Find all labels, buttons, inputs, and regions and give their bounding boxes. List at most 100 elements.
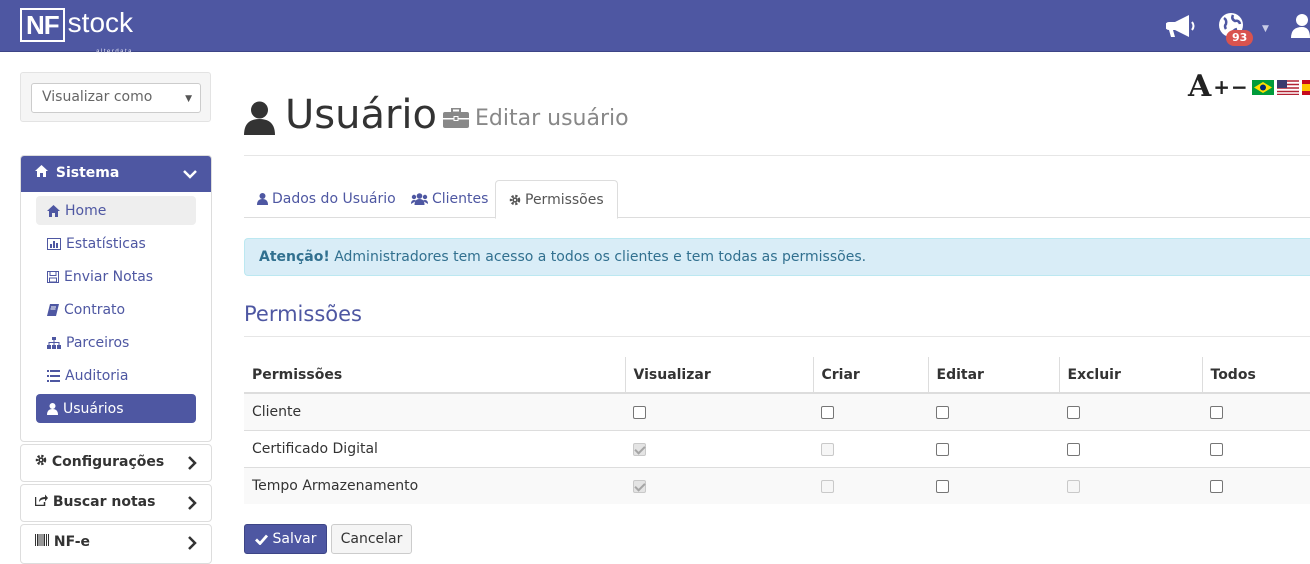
permission-cell bbox=[625, 466, 813, 504]
font-size-controls[interactable]: +− bbox=[1213, 75, 1249, 99]
tab-permissoes[interactable]: Permissões bbox=[495, 180, 618, 219]
nfstock-logo[interactable]: NF stock alterdata bbox=[20, 8, 133, 56]
permission-cell bbox=[1059, 392, 1202, 430]
permissions-heading: Permissões bbox=[244, 302, 362, 326]
permission-cell bbox=[1059, 466, 1202, 504]
notifications-button[interactable]: 93 ▼ bbox=[1216, 10, 1269, 46]
permissions-table: Permissões Visualizar Criar Editar Exclu… bbox=[244, 357, 1310, 504]
user-icon bbox=[244, 101, 275, 135]
permission-cell bbox=[625, 429, 813, 467]
permission-checkbox[interactable] bbox=[1210, 443, 1223, 456]
chevron-down-icon: ▼ bbox=[1262, 24, 1269, 34]
sidebar-item-auditoria[interactable]: Auditoria bbox=[36, 361, 196, 390]
font-size-label: A bbox=[1188, 69, 1212, 104]
page-title: Usuário bbox=[285, 92, 438, 138]
permission-checkbox[interactable] bbox=[1210, 406, 1223, 420]
permission-name: Tempo Armazenamento bbox=[244, 466, 625, 504]
view-as-select[interactable]: Visualizar como ▼ bbox=[31, 83, 201, 113]
cancel-button[interactable]: Cancelar bbox=[331, 524, 412, 554]
top-navbar: NF stock alterdata 93 ▼ bbox=[0, 0, 1310, 56]
home-icon bbox=[47, 204, 60, 217]
nfe-menu-panel[interactable]: NF-e bbox=[20, 524, 212, 564]
column-header: Editar bbox=[927, 357, 1059, 394]
chevron-right-icon bbox=[188, 456, 197, 470]
column-header: Permissões bbox=[244, 357, 625, 394]
column-header: Todos bbox=[1201, 357, 1310, 394]
bar-chart-icon bbox=[47, 237, 61, 250]
permission-cell bbox=[1202, 429, 1310, 467]
column-header: Visualizar bbox=[624, 357, 813, 394]
admin-info-alert: Atenção! Administradores tem acesso a to… bbox=[244, 238, 1310, 276]
permission-cell bbox=[813, 429, 928, 467]
table-row: Certificado Digital bbox=[244, 429, 1310, 467]
save-button[interactable]: Salvar bbox=[244, 524, 327, 554]
sidebar-item-contrato[interactable]: Contrato bbox=[36, 295, 196, 324]
sidebar-item-parceiros[interactable]: Parceiros bbox=[36, 328, 196, 357]
brazil-flag-icon[interactable] bbox=[1251, 79, 1274, 95]
page-subtitle: Editar usuário bbox=[443, 106, 629, 131]
user-icon bbox=[257, 193, 268, 205]
spain-flag-icon[interactable] bbox=[1301, 79, 1310, 95]
logo-text: stock alterdata bbox=[68, 8, 133, 56]
save-icon bbox=[47, 270, 59, 283]
nfe-menu-header[interactable]: NF-e bbox=[21, 525, 211, 561]
dropdown-arrow-icon: ▼ bbox=[185, 94, 192, 104]
permission-checkbox bbox=[821, 443, 834, 456]
notification-count-badge: 93 bbox=[1226, 30, 1254, 46]
permission-checkbox[interactable] bbox=[633, 406, 646, 420]
usa-flag-icon[interactable] bbox=[1276, 79, 1299, 95]
check-icon bbox=[254, 534, 268, 545]
list-icon bbox=[47, 369, 60, 382]
page-header: Usuário Editar usuário bbox=[244, 92, 629, 138]
sitemap-icon bbox=[47, 336, 61, 349]
logo-subtext: alterdata bbox=[96, 49, 134, 55]
configuracoes-menu-panel[interactable]: Configurações bbox=[20, 444, 212, 482]
permission-checkbox[interactable] bbox=[936, 406, 949, 420]
accessibility-language-bar: A +− bbox=[1188, 72, 1310, 102]
barcode-icon bbox=[35, 534, 49, 546]
permission-cell bbox=[813, 392, 928, 430]
permission-checkbox[interactable] bbox=[1067, 443, 1080, 456]
megaphone-icon[interactable] bbox=[1166, 12, 1198, 40]
table-row: Cliente bbox=[244, 392, 1310, 430]
briefcase-icon bbox=[443, 108, 470, 128]
permission-cell bbox=[928, 392, 1059, 430]
sidebar-item-enviar-notas[interactable]: Enviar Notas bbox=[36, 262, 196, 291]
table-row: Tempo Armazenamento bbox=[244, 466, 1310, 504]
permission-cell bbox=[813, 466, 928, 504]
permission-cell bbox=[1202, 466, 1310, 504]
permission-checkbox[interactable] bbox=[936, 443, 949, 456]
chevron-down-icon bbox=[183, 170, 197, 179]
user-account-icon[interactable] bbox=[1288, 12, 1310, 40]
permission-checkbox bbox=[633, 480, 646, 494]
user-tabs: Dados do Usuário Clientes Permissões bbox=[244, 180, 1310, 219]
sidebar-item-usuarios[interactable]: Usuários bbox=[36, 394, 196, 423]
alert-text: Administradores tem acesso a todos os cl… bbox=[329, 249, 867, 265]
buscar-notas-menu-header[interactable]: Buscar notas bbox=[21, 485, 211, 521]
gear-icon bbox=[509, 194, 521, 205]
section-divider bbox=[244, 336, 1310, 337]
permission-checkbox bbox=[1067, 480, 1080, 494]
permission-checkbox[interactable] bbox=[821, 406, 834, 420]
book-icon bbox=[47, 303, 59, 316]
chevron-right-icon bbox=[188, 496, 197, 510]
permission-checkbox bbox=[821, 480, 834, 494]
permission-checkbox[interactable] bbox=[1067, 406, 1080, 420]
permission-cell bbox=[928, 429, 1059, 467]
sidebar-item-estatisticas[interactable]: Estatísticas bbox=[36, 229, 196, 258]
buscar-notas-menu-panel[interactable]: Buscar notas bbox=[20, 484, 212, 522]
permission-cell bbox=[928, 466, 1059, 504]
gear-icon bbox=[35, 454, 47, 466]
share-icon bbox=[34, 494, 48, 507]
permission-checkbox bbox=[633, 443, 646, 456]
configuracoes-menu-header[interactable]: Configurações bbox=[21, 445, 211, 481]
column-header: Criar bbox=[812, 357, 928, 394]
table-header-row: Permissões Visualizar Criar Editar Exclu… bbox=[244, 357, 1310, 394]
permission-checkbox[interactable] bbox=[936, 480, 949, 494]
sistema-menu-header[interactable]: Sistema bbox=[21, 156, 211, 192]
tab-dados-do-usuario[interactable]: Dados do Usuário bbox=[244, 180, 409, 218]
permission-checkbox[interactable] bbox=[1210, 480, 1223, 494]
permission-cell bbox=[1202, 392, 1310, 430]
tab-clientes[interactable]: Clientes bbox=[398, 180, 501, 218]
sidebar-item-home[interactable]: Home bbox=[36, 196, 196, 225]
